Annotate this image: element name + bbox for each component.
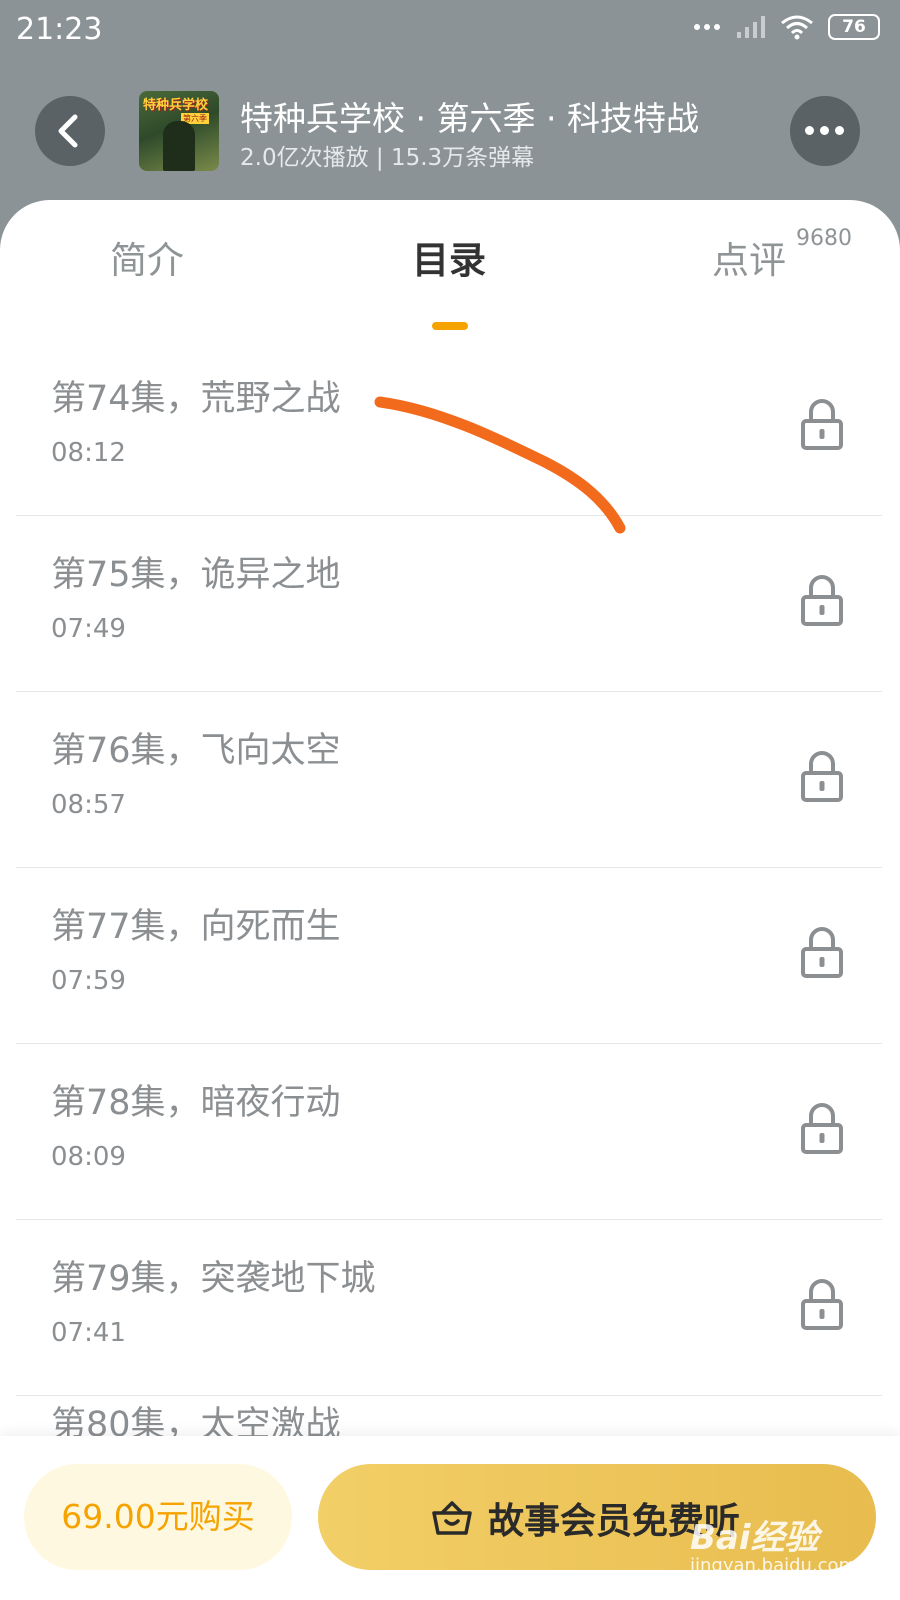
lock-icon <box>801 1279 843 1330</box>
review-count-badge: 9680 <box>796 226 852 251</box>
active-tab-indicator <box>432 322 468 330</box>
more-dots-icon <box>805 126 844 135</box>
episode-item[interactable]: 第78集，暗夜行动 08:09 <box>16 1044 882 1220</box>
episode-title: 第78集，暗夜行动 <box>51 1083 341 1123</box>
chevron-left-icon <box>58 114 78 148</box>
episode-duration: 07:41 <box>51 1318 126 1348</box>
episode-item[interactable]: 第74集，荒野之战 08:12 <box>16 340 882 516</box>
lock-icon <box>801 751 843 802</box>
buy-button[interactable]: 69.00元购买 <box>24 1464 292 1570</box>
tab-catalog[interactable]: 目录 <box>412 230 486 284</box>
album-cover: 特种兵学校 第六季 <box>139 91 219 171</box>
album-header: 特种兵学校 第六季 特种兵学校 · 第六季 · 科技特战 2.0亿次播放 | 1… <box>0 86 900 176</box>
episode-duration: 08:57 <box>51 790 126 820</box>
dots-icon <box>694 24 720 30</box>
cover-title: 特种兵学校 <box>143 98 209 113</box>
episode-duration: 08:09 <box>51 1142 126 1172</box>
episode-item[interactable]: 第76集，飞向太空 08:57 <box>16 692 882 868</box>
episode-duration: 08:12 <box>51 438 126 468</box>
episode-duration: 07:59 <box>51 966 126 996</box>
lock-icon <box>801 399 843 450</box>
status-icons: 76 <box>692 14 880 40</box>
watermark-url: jingyan.baidu.com <box>690 1555 857 1576</box>
cover-figure <box>163 121 195 171</box>
tab-review[interactable]: 点评 <box>712 230 786 284</box>
episode-title: 第76集，飞向太空 <box>51 731 341 771</box>
lock-icon <box>801 575 843 626</box>
watermark-logo: Bai经验 <box>690 1518 819 1558</box>
episode-title: 第79集，突袭地下城 <box>51 1259 376 1299</box>
episode-title: 第74集，荒野之战 <box>51 379 341 419</box>
lock-icon <box>801 1103 843 1154</box>
crown-basket-icon <box>432 1501 472 1535</box>
tab-intro[interactable]: 简介 <box>110 230 184 284</box>
album-title: 特种兵学校 · 第六季 · 科技特战 <box>240 99 699 138</box>
episode-title: 第77集，向死而生 <box>51 907 341 947</box>
lock-icon <box>801 927 843 978</box>
tab-bar: 简介 目录 点评 9680 <box>0 226 900 330</box>
status-time: 21:23 <box>16 12 103 47</box>
watermark: Bai经验 jingyan.baidu.com <box>690 1510 856 1576</box>
back-button[interactable] <box>35 96 105 166</box>
wifi-icon <box>781 15 813 40</box>
episode-item[interactable]: 第79集，突袭地下城 07:41 <box>16 1220 882 1396</box>
signal-icon <box>737 16 765 38</box>
episode-title: 第75集，诡异之地 <box>51 555 341 595</box>
more-button[interactable] <box>790 96 860 166</box>
episode-list: 第74集，荒野之战 08:12 第75集，诡异之地 07:49 第76集，飞向太… <box>16 340 882 1396</box>
episode-duration: 07:49 <box>51 614 126 644</box>
status-bar: 21:23 76 <box>0 0 900 62</box>
content-panel: 简介 目录 点评 9680 第74集，荒野之战 08:12 第75集，诡异之地 … <box>0 200 900 1600</box>
album-stats: 2.0亿次播放 | 15.3万条弹幕 <box>240 145 535 171</box>
episode-item[interactable]: 第75集，诡异之地 07:49 <box>16 516 882 692</box>
episode-item[interactable]: 第77集，向死而生 07:59 <box>16 868 882 1044</box>
battery-icon: 76 <box>828 14 880 40</box>
